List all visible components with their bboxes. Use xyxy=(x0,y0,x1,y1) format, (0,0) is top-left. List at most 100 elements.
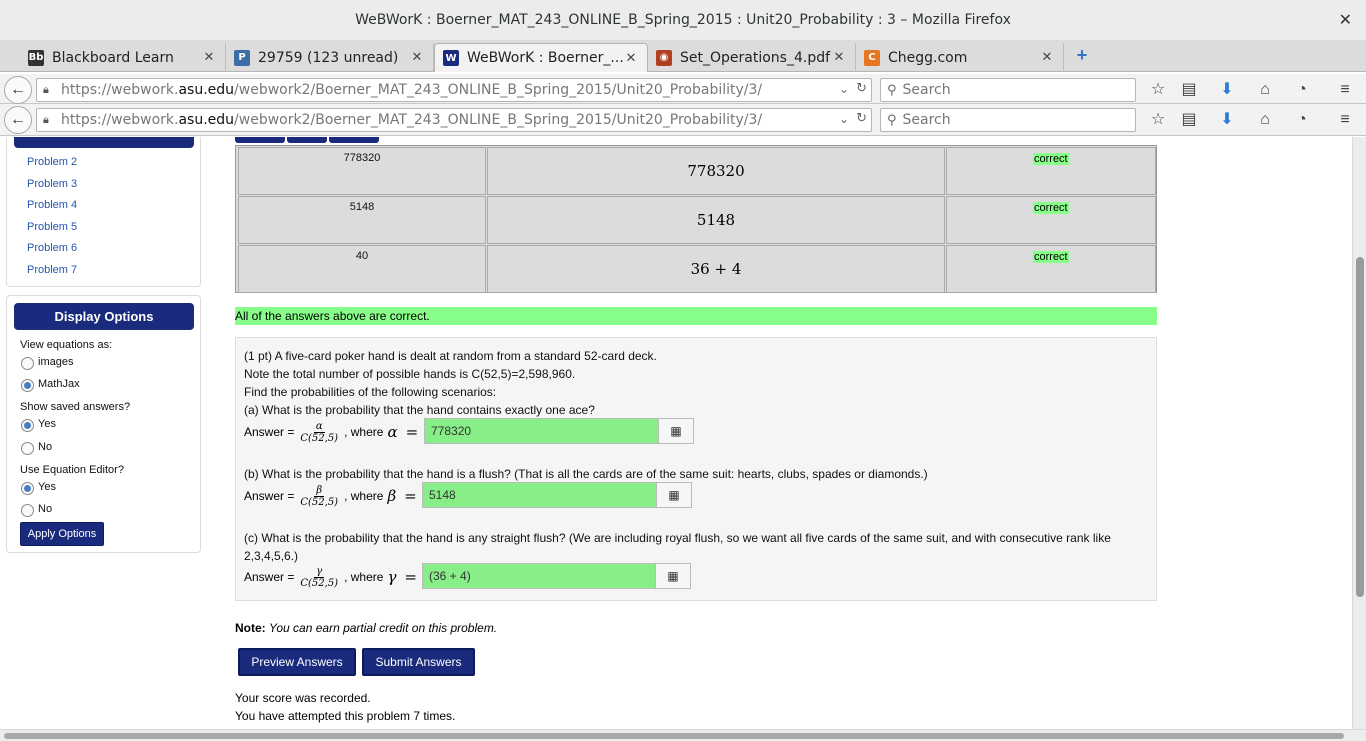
url-bar[interactable]: 🔒︎ https://webwork. asu.edu/webwork2/Boer… xyxy=(36,78,872,102)
note-label: Note: xyxy=(235,621,266,635)
reload-icon[interactable]: ↻ xyxy=(856,81,867,96)
beta-symbol: β xyxy=(387,487,397,505)
radio-saved-no[interactable] xyxy=(21,442,34,455)
tab-close-icon[interactable]: ✕ xyxy=(1039,50,1055,65)
preview-cell: 778320 xyxy=(487,147,945,195)
problems-panel: Problem 2 Problem 3 Problem 4 Problem 5 … xyxy=(6,137,201,287)
scrollbar-thumb[interactable] xyxy=(1356,257,1364,597)
chevron-down-icon[interactable]: ⌄ xyxy=(839,112,849,126)
tab-chegg[interactable]: C Chegg.com ✕ xyxy=(856,43,1064,72)
cutoff-buttons xyxy=(235,137,385,145)
reload-icon[interactable]: ↻ xyxy=(856,111,867,126)
result-cell: correct xyxy=(946,245,1156,293)
bookmark-star-icon[interactable]: ☆ xyxy=(1148,110,1168,130)
tab-blackboard[interactable]: Bb Blackboard Learn ✕ xyxy=(20,43,226,72)
problem-link-3[interactable]: Problem 3 xyxy=(27,178,77,190)
tab-close-icon[interactable]: ✕ xyxy=(409,50,425,65)
bookmark-star-icon[interactable]: ☆ xyxy=(1148,80,1168,100)
problem-link-6[interactable]: Problem 6 xyxy=(27,242,77,254)
attempts-text: You have attempted this problem 7 times. xyxy=(235,709,456,723)
submit-answers-button[interactable]: Submit Answers xyxy=(362,648,475,676)
equation-editor-label: Use Equation Editor? xyxy=(20,464,124,476)
equals-sign: = xyxy=(404,568,417,586)
chat-icon[interactable]: ◔ xyxy=(1292,80,1312,100)
downloads-arrow-icon[interactable]: ⬇ xyxy=(1217,80,1237,100)
url-host: asu.edu xyxy=(178,112,235,128)
tab-bar: Bb Blackboard Learn ✕ P 29759 (123 unrea… xyxy=(0,40,1366,72)
answer-input-c[interactable]: (36 + 4) xyxy=(422,563,656,589)
equation-editor-grid-icon[interactable]: ▦ xyxy=(658,418,694,444)
chegg-favicon-icon: C xyxy=(864,49,880,66)
radio-images[interactable] xyxy=(21,357,34,370)
url-bar[interactable]: 🔒︎ https://webwork. asu.edu/webwork2/Boer… xyxy=(36,108,872,132)
pdf-favicon-icon: ◉ xyxy=(656,49,672,66)
back-arrow-icon[interactable]: ← xyxy=(4,76,32,104)
problem-link-5[interactable]: Problem 5 xyxy=(27,221,77,233)
url-prefix: https://webwork. xyxy=(61,112,179,128)
reading-list-icon[interactable]: ▤ xyxy=(1179,110,1199,130)
problem-link-4[interactable]: Problem 4 xyxy=(27,199,77,211)
table-row: 40 36 + 4 correct xyxy=(237,245,1157,293)
navigation-toolbar: ← 🔒︎ https://webwork. asu.edu/webwork2/Bo… xyxy=(0,74,1366,104)
tab-label: Chegg.com xyxy=(888,49,968,66)
url-prefix: https://webwork. xyxy=(61,82,179,98)
url-path: /webwork2/Boerner_MAT_243_ONLINE_B_Sprin… xyxy=(234,82,763,98)
search-placeholder: Search xyxy=(902,82,951,98)
radio-editor-yes[interactable] xyxy=(21,482,34,495)
answer-label: Answer = xyxy=(244,489,295,503)
alpha-symbol: α xyxy=(387,423,398,441)
frac-denominator: C(52,5) xyxy=(300,432,339,444)
lock-icon: 🔒︎ xyxy=(43,83,49,96)
home-icon[interactable]: ⌂ xyxy=(1255,110,1275,130)
problem-note: Note the total number of possible hands … xyxy=(244,367,576,381)
menu-hamburger-icon[interactable]: ≡ xyxy=(1335,110,1355,130)
radio-saved-yes[interactable] xyxy=(21,419,34,432)
radio-editor-no[interactable] xyxy=(21,504,34,517)
tab-close-icon[interactable]: ✕ xyxy=(831,50,847,65)
preview-answers-button[interactable]: Preview Answers xyxy=(238,648,356,676)
display-options-title: Display Options xyxy=(14,303,194,330)
status-badge: correct xyxy=(1033,202,1069,214)
apply-options-button[interactable]: Apply Options xyxy=(20,522,104,546)
entered-cell: 40 xyxy=(238,245,486,293)
tab-piazza[interactable]: P 29759 (123 unread) ✕ xyxy=(226,43,434,72)
chat-icon[interactable]: ◔ xyxy=(1292,110,1312,130)
search-input[interactable]: ⚲ Search xyxy=(880,108,1136,132)
window-close-icon[interactable]: ✕ xyxy=(1339,10,1352,29)
answer-label: Answer = xyxy=(244,425,295,439)
home-icon[interactable]: ⌂ xyxy=(1255,80,1275,100)
lock-icon: 🔒︎ xyxy=(43,113,49,126)
reading-list-icon[interactable]: ▤ xyxy=(1179,80,1199,100)
problem-link-7[interactable]: Problem 7 xyxy=(27,264,77,276)
navigation-toolbar-duplicate: ← 🔒︎ https://webwork. asu.edu/webwork2/Bo… xyxy=(0,104,1366,136)
radio-images-label: images xyxy=(38,356,74,368)
tab-pdf[interactable]: ◉ Set_Operations_4.pdf ✕ xyxy=(648,43,856,72)
tab-close-icon[interactable]: ✕ xyxy=(201,50,217,65)
vertical-scrollbar[interactable] xyxy=(1352,137,1366,729)
page-content: Problem 2 Problem 3 Problem 4 Problem 5 … xyxy=(0,137,1352,729)
menu-hamburger-icon[interactable]: ≡ xyxy=(1335,80,1355,100)
tab-webwork[interactable]: W WeBWorK : Boerner_... ✕ xyxy=(434,43,648,72)
horizontal-scrollbar[interactable] xyxy=(0,729,1366,741)
frac-denominator: C(52,5) xyxy=(300,496,339,508)
preview-value: 36 + 4 xyxy=(690,260,742,278)
tab-label: 29759 (123 unread) xyxy=(258,49,399,66)
radio-mathjax-label: MathJax xyxy=(38,378,80,390)
equation-editor-grid-icon[interactable]: ▦ xyxy=(655,563,691,589)
part-c-question: (c) What is the probability that the han… xyxy=(244,531,1111,545)
search-icon: ⚲ xyxy=(887,82,897,98)
status-badge: correct xyxy=(1033,251,1069,263)
equation-editor-grid-icon[interactable]: ▦ xyxy=(656,482,692,508)
back-arrow-icon[interactable]: ← xyxy=(4,106,32,134)
answer-input-a[interactable]: 778320 xyxy=(424,418,659,444)
new-tab-icon[interactable]: + xyxy=(1072,45,1092,65)
scrollbar-thumb[interactable] xyxy=(4,733,1344,739)
downloads-arrow-icon[interactable]: ⬇ xyxy=(1217,110,1237,130)
tab-close-icon[interactable]: ✕ xyxy=(623,51,639,66)
problem-link-2[interactable]: Problem 2 xyxy=(27,156,77,168)
chevron-down-icon[interactable]: ⌄ xyxy=(839,82,849,96)
radio-mathjax[interactable] xyxy=(21,379,34,392)
part-a-question: (a) What is the probability that the han… xyxy=(244,403,595,417)
search-input[interactable]: ⚲ Search xyxy=(880,78,1136,102)
answer-input-b[interactable]: 5148 xyxy=(422,482,657,508)
